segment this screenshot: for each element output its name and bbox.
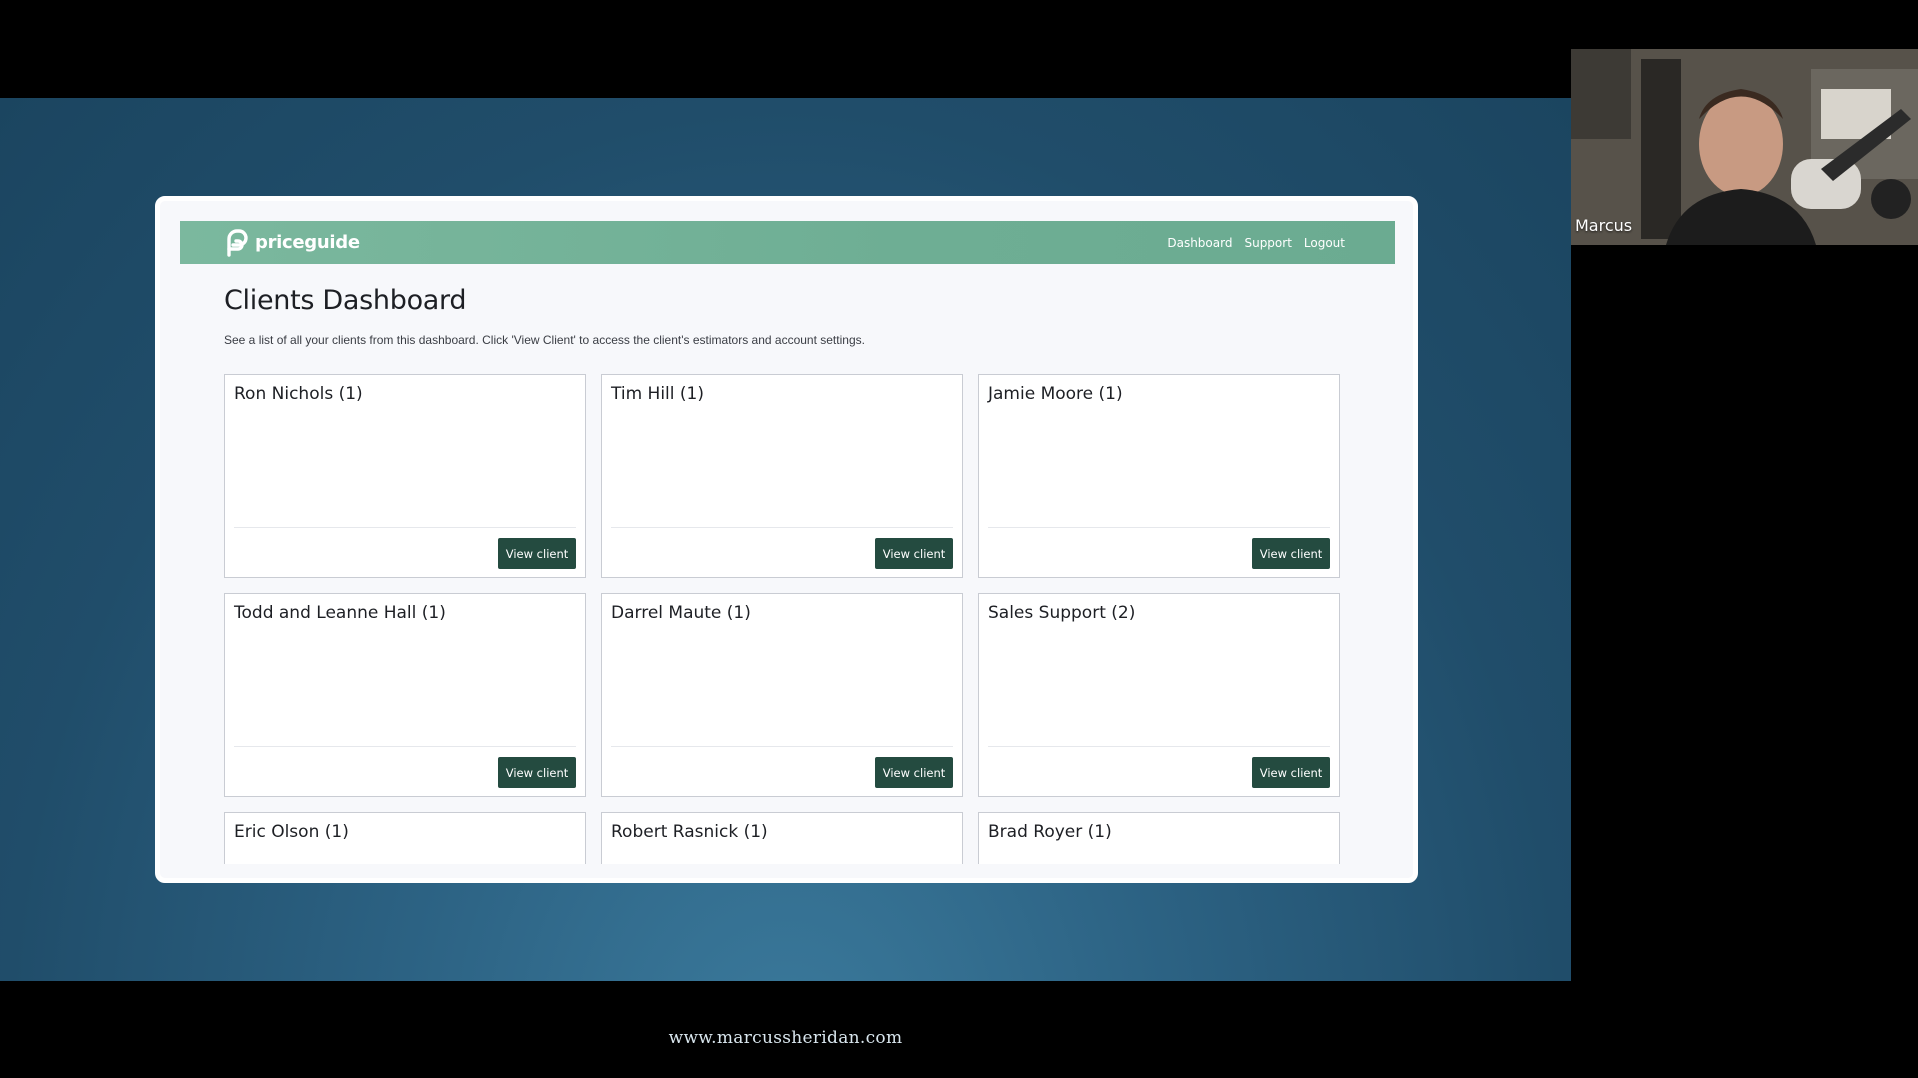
page-description: See a list of all your clients from this… [224, 333, 865, 347]
participant-name: Marcus [1575, 216, 1633, 235]
website-url: www.marcussheridan.com [668, 1028, 903, 1048]
brand-logo[interactable]: priceguide [224, 228, 360, 257]
app-window: priceguide Dashboard Support Logout Clie… [180, 221, 1395, 864]
view-client-button[interactable]: View client [498, 538, 576, 569]
slide-frame: priceguide Dashboard Support Logout Clie… [155, 196, 1418, 883]
screen-share-area: priceguide Dashboard Support Logout Clie… [0, 98, 1571, 1048]
navbar: priceguide Dashboard Support Logout [180, 221, 1395, 264]
nav-dashboard-link[interactable]: Dashboard [1167, 236, 1232, 250]
client-card: Ron Nichols (1) View client [224, 374, 586, 578]
participant-video: Marcus [1571, 49, 1918, 245]
client-card: Robert Rasnick (1)View client [601, 812, 963, 864]
client-name: Brad Royer (1) [988, 822, 1112, 842]
view-client-button[interactable]: View client [1252, 757, 1330, 788]
client-name: Eric Olson (1) [234, 822, 349, 842]
client-name: Ron Nichols (1) [234, 384, 363, 404]
view-client-button[interactable]: View client [498, 757, 576, 788]
card-divider [234, 527, 576, 528]
nav-logout-link[interactable]: Logout [1304, 236, 1345, 250]
client-card: Darrel Maute (1) View client [601, 593, 963, 797]
client-card: Brad Royer (1)View client [978, 812, 1340, 864]
nav-support-link[interactable]: Support [1244, 236, 1291, 250]
client-name: Darrel Maute (1) [611, 603, 751, 623]
top-nav: Dashboard Support Logout [1167, 221, 1345, 264]
view-client-button[interactable]: View client [1252, 538, 1330, 569]
client-card: Tim Hill (1) View client [601, 374, 963, 578]
priceguide-logo-icon [227, 228, 248, 257]
card-divider [611, 746, 953, 747]
client-name: Sales Support (2) [988, 603, 1136, 623]
card-divider [988, 746, 1330, 747]
client-name: Tim Hill (1) [611, 384, 704, 404]
client-name: Jamie Moore (1) [988, 384, 1123, 404]
screen: priceguide Dashboard Support Logout Clie… [0, 0, 1918, 1078]
client-card: Todd and Leanne Hall (1) View client [224, 593, 586, 797]
card-divider [611, 527, 953, 528]
card-divider [988, 527, 1330, 528]
card-divider [234, 746, 576, 747]
client-name: Todd and Leanne Hall (1) [234, 603, 446, 623]
page-title: Clients Dashboard [224, 285, 467, 316]
view-client-button[interactable]: View client [875, 538, 953, 569]
client-card: Jamie Moore (1) View client [978, 374, 1340, 578]
client-card: Sales Support (2) View client [978, 593, 1340, 797]
brand-name: priceguide [255, 232, 360, 253]
client-name: Robert Rasnick (1) [611, 822, 768, 842]
client-card: Eric Olson (1)View client [224, 812, 586, 864]
view-client-button[interactable]: View client [875, 757, 953, 788]
